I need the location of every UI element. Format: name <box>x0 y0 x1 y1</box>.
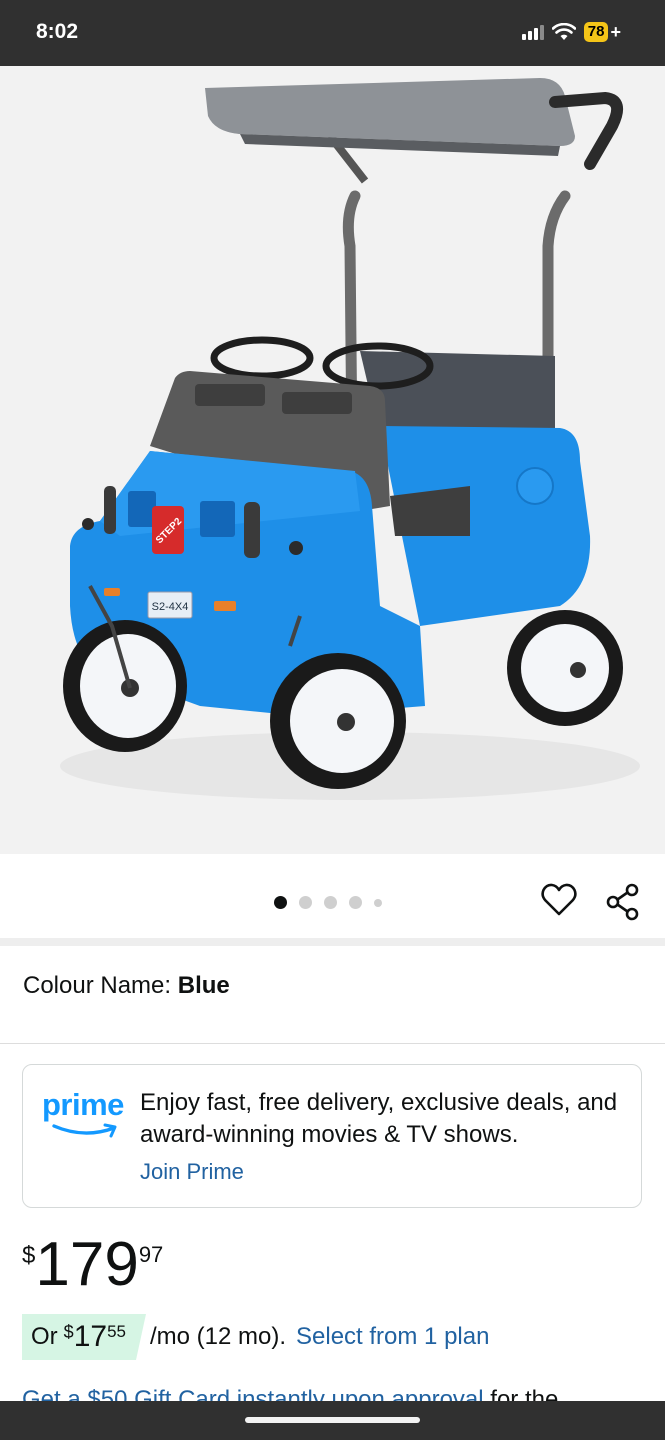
divider <box>0 1043 665 1044</box>
license-plate-text: S2-4X4 <box>152 601 189 613</box>
home-bar <box>0 1401 665 1440</box>
battery-indicator: 78 + <box>583 22 621 42</box>
charging-plus-icon: + <box>610 22 621 42</box>
prime-promo-card[interactable]: prime Enjoy fast, free delivery, exclusi… <box>22 1064 642 1208</box>
select-plan-link[interactable]: Select from 1 plan <box>296 1323 489 1351</box>
ride-on-car-image: STEP2 S2-4X4 <box>60 78 640 800</box>
wifi-icon <box>551 23 576 40</box>
battery-level: 78 <box>583 22 609 42</box>
monthly-fraction: 55 <box>107 1322 126 1341</box>
cellular-signal-icon <box>521 24 544 40</box>
product-price: $ 179 97 <box>22 1232 163 1298</box>
prime-smile-icon <box>52 1123 117 1138</box>
home-indicator[interactable] <box>245 1417 420 1423</box>
price-whole: 179 <box>35 1230 139 1299</box>
monthly-currency: $ <box>63 1322 74 1342</box>
status-time: 8:02 <box>36 20 79 43</box>
carousel-dot-2[interactable] <box>299 896 312 909</box>
join-prime-link[interactable]: Join Prime <box>140 1159 244 1185</box>
carousel-dot-3[interactable] <box>324 896 337 909</box>
carousel-dot-5[interactable] <box>374 898 382 907</box>
carousel-dot-1[interactable] <box>274 896 287 909</box>
carousel-dots[interactable] <box>274 896 382 909</box>
wishlist-button[interactable] <box>540 881 578 919</box>
monthly-prefix: Or <box>31 1323 58 1350</box>
price-currency: $ <box>22 1242 36 1269</box>
prime-description: Enjoy fast, free delivery, exclusive dea… <box>140 1089 618 1148</box>
colour-value: Blue <box>177 972 230 999</box>
gift-card-tail: for the <box>483 1386 559 1402</box>
monthly-payment-row: Or $ 17 55 /mo (12 mo). Select from 1 pl… <box>22 1314 489 1360</box>
section-divider <box>0 938 665 946</box>
status-bar: 8:02 78 + <box>0 0 665 66</box>
product-image[interactable]: STEP2 S2-4X4 <box>0 66 665 854</box>
colour-label: Colour Name: <box>23 972 178 999</box>
status-icons: 78 + <box>521 22 621 42</box>
prime-logo-text: prime <box>42 1087 124 1122</box>
colour-name-row: Colour Name: Blue <box>23 972 230 1000</box>
heart-icon <box>541 883 577 916</box>
prime-logo: prime <box>42 1087 128 1143</box>
gift-card-link[interactable]: Get a $50 Gift Card instantly upon appro… <box>22 1386 484 1402</box>
price-fraction: 97 <box>138 1242 164 1267</box>
gift-card-offer: Get a $50 Gift Card instantly upon appro… <box>22 1386 662 1402</box>
monthly-suffix: /mo (12 mo). <box>149 1323 287 1350</box>
monthly-price-badge: Or $ 17 55 <box>22 1314 146 1360</box>
monthly-whole: 17 <box>73 1320 108 1353</box>
carousel-dot-4[interactable] <box>349 896 362 909</box>
share-button[interactable] <box>604 883 642 921</box>
share-icon <box>606 883 639 921</box>
